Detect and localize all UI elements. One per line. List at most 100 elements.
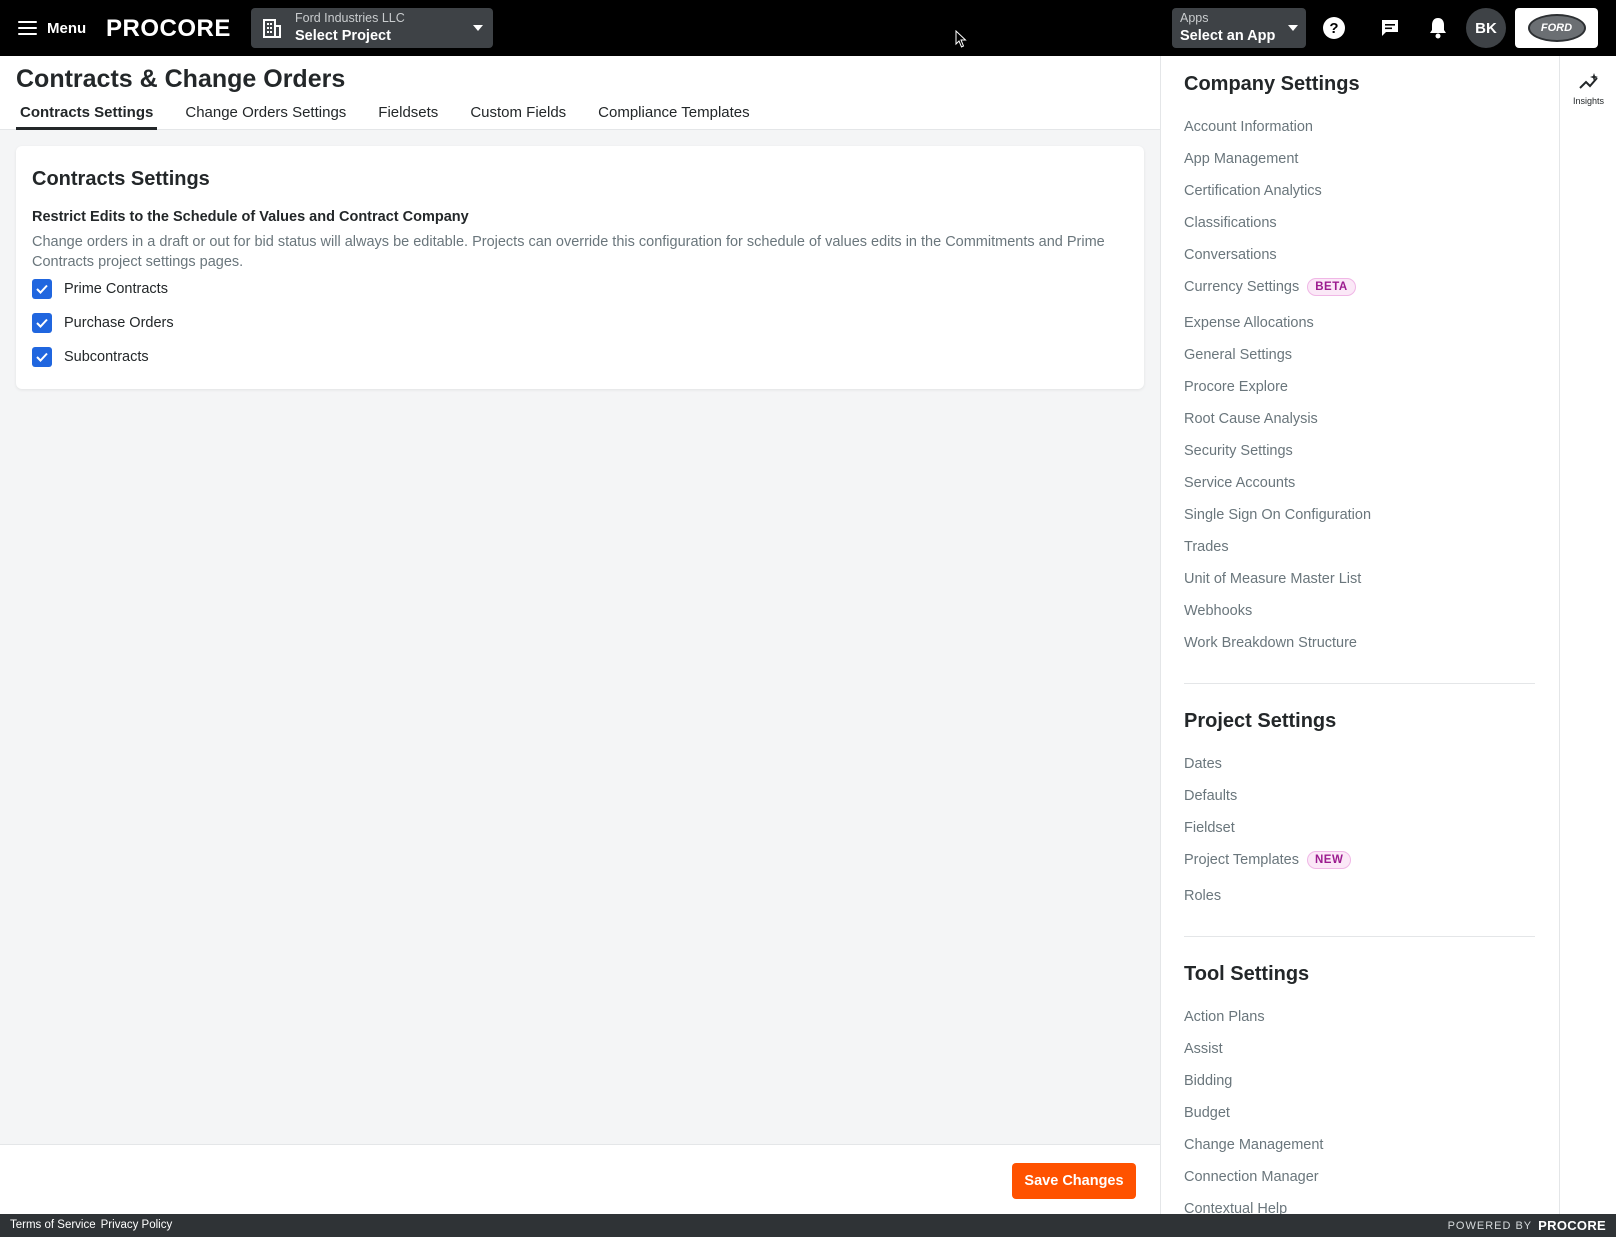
chevron-down-icon: [473, 25, 483, 31]
sidebar-item-single-sign-on-configuration[interactable]: Single Sign On Configuration: [1184, 507, 1371, 523]
sidebar-item-procore-explore[interactable]: Procore Explore: [1184, 379, 1288, 395]
sidebar-item-label: Webhooks: [1184, 603, 1253, 619]
sidebar-item-app-management[interactable]: App Management: [1184, 151, 1298, 167]
sidebar-item-defaults[interactable]: Defaults: [1184, 788, 1237, 804]
sidebar-item-account-information[interactable]: Account Information: [1184, 119, 1313, 135]
sidebar-item-service-accounts[interactable]: Service Accounts: [1184, 475, 1295, 491]
sidebar-item-label: Account Information: [1184, 119, 1313, 135]
sidebar-item-label: Action Plans: [1184, 1009, 1265, 1025]
sidebar-item-label: Procore Explore: [1184, 379, 1288, 395]
user-avatar[interactable]: BK: [1466, 8, 1506, 48]
project-selector[interactable]: Ford Industries LLC Select Project: [251, 8, 493, 48]
apps-selector[interactable]: Apps Select an App: [1172, 8, 1306, 48]
help-icon[interactable]: ?: [1320, 14, 1348, 42]
subcontracts-checkbox-row[interactable]: Subcontracts: [32, 347, 149, 367]
sidebar-item-trades[interactable]: Trades: [1184, 539, 1229, 555]
sidebar-item-label: Connection Manager: [1184, 1169, 1319, 1185]
tab-contracts-settings[interactable]: Contracts Settings: [16, 104, 158, 130]
sidebar-item-budget[interactable]: Budget: [1184, 1105, 1230, 1121]
sidebar-item-label: Classifications: [1184, 215, 1277, 231]
sidebar-item-label: Budget: [1184, 1105, 1230, 1121]
sidebar-item-connection-manager[interactable]: Connection Manager: [1184, 1169, 1319, 1185]
notifications-bell-icon[interactable]: [1424, 14, 1452, 42]
sidebar-item-unit-of-measure-master-list[interactable]: Unit of Measure Master List: [1184, 571, 1361, 587]
powered-by-procore: POWERED BY PROCORE: [1448, 1218, 1606, 1233]
sidebar-item-certification-analytics[interactable]: Certification Analytics: [1184, 183, 1322, 199]
project-settings-heading: Project Settings: [1184, 710, 1337, 732]
tab-change-orders-settings[interactable]: Change Orders Settings: [181, 104, 350, 130]
save-bar: Save Changes: [0, 1144, 1160, 1214]
page-title: Contracts & Change Orders: [16, 65, 346, 93]
sidebar-item-contextual-help[interactable]: Contextual Help: [1184, 1201, 1287, 1214]
menu-label: Menu: [47, 19, 87, 37]
sidebar-item-label: App Management: [1184, 151, 1299, 167]
sidebar-item-expense-allocations[interactable]: Expense Allocations: [1184, 315, 1314, 331]
sidebar-item-fieldset[interactable]: Fieldset: [1184, 820, 1235, 836]
sidebar-item-conversations[interactable]: Conversations: [1184, 247, 1277, 263]
sidebar-item-currency-settings[interactable]: Currency Settings BETA: [1184, 278, 1356, 296]
procore-logo[interactable]: PROCORE: [106, 15, 231, 43]
sidebar-item-classifications[interactable]: Classifications: [1184, 215, 1277, 231]
prime-contracts-checkbox[interactable]: [32, 279, 52, 299]
sidebar-item-label: Assist: [1184, 1041, 1223, 1057]
privacy-policy-link[interactable]: Privacy Policy: [101, 1219, 173, 1231]
sidebar-item-dates[interactable]: Dates: [1184, 756, 1222, 772]
prime-contracts-checkbox-row[interactable]: Prime Contracts: [32, 279, 168, 299]
apps-selector-value: Select an App: [1180, 28, 1276, 44]
subcontracts-label: Subcontracts: [64, 349, 149, 365]
save-changes-button[interactable]: Save Changes: [1012, 1163, 1136, 1199]
project-selector-company: Ford Industries LLC: [295, 11, 405, 25]
sidebar-item-label: Currency Settings: [1184, 279, 1300, 295]
tab-custom-fields[interactable]: Custom Fields: [466, 104, 570, 130]
terms-of-service-link[interactable]: Terms of Service: [10, 1219, 96, 1231]
footer-links: Terms of Service Privacy Policy: [10, 1219, 172, 1231]
settings-sidebar: Company Settings Account Information App…: [1160, 56, 1559, 1214]
sidebar-item-label: Expense Allocations: [1184, 315, 1314, 331]
menu-button[interactable]: Menu: [18, 14, 86, 42]
check-icon: [36, 284, 48, 294]
sidebar-item-webhooks[interactable]: Webhooks: [1184, 603, 1252, 619]
purchase-orders-checkbox-row[interactable]: Purchase Orders: [32, 313, 174, 333]
insights-button[interactable]: Insights: [1560, 72, 1616, 106]
sidebar-item-root-cause-analysis[interactable]: Root Cause Analysis: [1184, 411, 1318, 427]
sidebar-item-roles[interactable]: Roles: [1184, 888, 1221, 904]
sidebar-item-bidding[interactable]: Bidding: [1184, 1073, 1232, 1089]
beta-badge: BETA: [1307, 278, 1356, 296]
check-icon: [36, 318, 48, 328]
company-logo[interactable]: FORD: [1515, 8, 1598, 48]
sidebar-item-general-settings[interactable]: General Settings: [1184, 347, 1292, 363]
sidebar-item-label: Change Management: [1184, 1137, 1324, 1153]
settings-tabs: Contracts Settings Change Orders Setting…: [16, 104, 778, 130]
sidebar-item-label: Conversations: [1184, 247, 1277, 263]
sidebar-item-security-settings[interactable]: Security Settings: [1184, 443, 1293, 459]
company-settings-heading: Company Settings: [1184, 73, 1360, 95]
sidebar-item-label: Root Cause Analysis: [1184, 411, 1318, 427]
sidebar-item-change-management[interactable]: Change Management: [1184, 1137, 1323, 1153]
powered-by-brand: PROCORE: [1538, 1218, 1606, 1233]
page-header: Contracts & Change Orders Contracts Sett…: [0, 56, 1160, 130]
contracts-settings-card: Contracts Settings Restrict Edits to the…: [16, 146, 1144, 389]
subcontracts-checkbox[interactable]: [32, 347, 52, 367]
sidebar-item-work-breakdown-structure[interactable]: Work Breakdown Structure: [1184, 635, 1357, 651]
bottom-footer-bar: Terms of Service Privacy Policy POWERED …: [0, 1214, 1616, 1237]
sidebar-item-project-templates[interactable]: Project Templates NEW: [1184, 851, 1352, 869]
sidebar-item-label: Bidding: [1184, 1073, 1233, 1089]
sidebar-divider: [1184, 683, 1535, 684]
chat-icon[interactable]: [1376, 14, 1404, 42]
purchase-orders-label: Purchase Orders: [64, 315, 174, 331]
tab-fieldsets[interactable]: Fieldsets: [374, 104, 442, 130]
sidebar-item-label: Roles: [1184, 888, 1222, 904]
mouse-cursor-icon: [955, 30, 967, 48]
powered-by-label: POWERED BY: [1447, 1219, 1533, 1232]
sidebar-item-action-plans[interactable]: Action Plans: [1184, 1009, 1265, 1025]
apps-selector-label: Apps: [1180, 11, 1209, 25]
new-badge: NEW: [1306, 851, 1352, 869]
purchase-orders-checkbox[interactable]: [32, 313, 52, 333]
sidebar-item-label: Certification Analytics: [1184, 183, 1322, 199]
top-navigation-bar: Menu PROCORE Ford Industries LLC Select …: [0, 0, 1616, 56]
chevron-down-icon: [1288, 25, 1298, 31]
ford-logo: FORD: [1527, 14, 1586, 42]
sidebar-item-assist[interactable]: Assist: [1184, 1041, 1223, 1057]
tab-compliance-templates[interactable]: Compliance Templates: [594, 104, 753, 130]
sidebar-item-label: Service Accounts: [1184, 475, 1296, 491]
